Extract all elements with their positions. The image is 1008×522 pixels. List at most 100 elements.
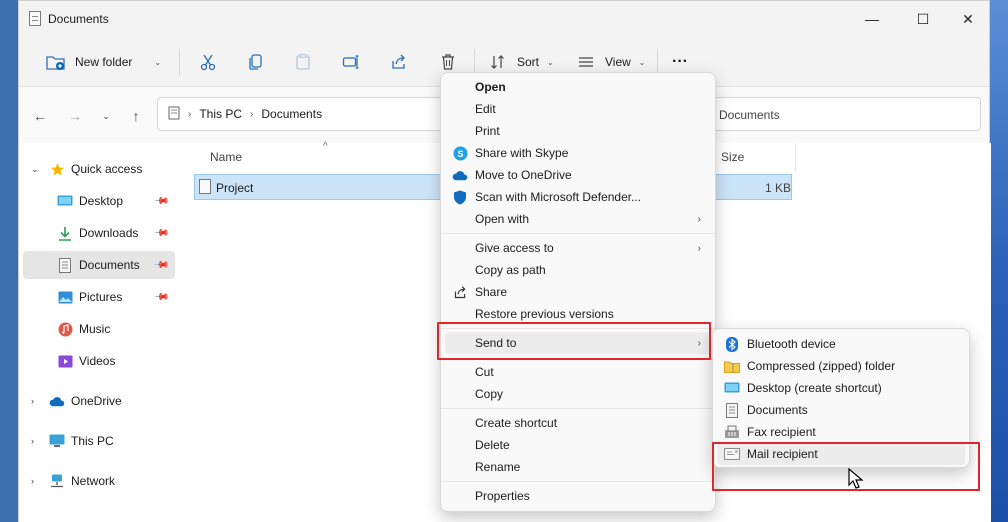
star-icon bbox=[49, 161, 65, 177]
sidebar-item-label: Desktop bbox=[79, 194, 124, 208]
cloud-icon bbox=[49, 393, 65, 409]
pin-icon: 📌 bbox=[152, 192, 170, 210]
sidebar-item-label: Documents bbox=[79, 258, 140, 272]
menu-item-label: Copy as path bbox=[475, 263, 546, 277]
sidebar-item-videos[interactable]: Videos bbox=[23, 347, 175, 375]
menu-item-label: Print bbox=[475, 124, 500, 138]
menu-item-rename[interactable]: Rename bbox=[445, 456, 711, 478]
menu-item-label: Desktop (create shortcut) bbox=[747, 381, 882, 395]
more-icon: ··· bbox=[672, 53, 688, 70]
menu-item-move-onedrive[interactable]: Move to OneDrive bbox=[445, 164, 711, 186]
file-name: Project bbox=[216, 181, 254, 195]
desktop-icon bbox=[724, 380, 740, 396]
breadcrumb-this-pc[interactable]: This PC bbox=[199, 107, 242, 121]
menu-item-open-with[interactable]: Open with › bbox=[445, 208, 711, 230]
menu-item-properties[interactable]: Properties bbox=[445, 485, 711, 507]
sidebar-item-music[interactable]: Music bbox=[23, 315, 175, 343]
menu-item-label: Restore previous versions bbox=[475, 307, 614, 321]
menu-item-share-skype[interactable]: S Share with Skype bbox=[445, 142, 711, 164]
pin-icon: 📌 bbox=[152, 288, 170, 306]
chevron-down-icon: ⌄ bbox=[547, 57, 554, 67]
minimize-button[interactable]: — bbox=[849, 1, 895, 37]
menu-item-scan-defender[interactable]: Scan with Microsoft Defender... bbox=[445, 186, 711, 208]
copy-button[interactable] bbox=[245, 49, 267, 75]
paste-icon bbox=[292, 51, 314, 73]
menu-item-copy-path[interactable]: Copy as path bbox=[445, 259, 711, 281]
maximize-button[interactable]: ☐ bbox=[900, 1, 946, 37]
sidebar-item-downloads[interactable]: Downloads 📌 bbox=[23, 219, 175, 247]
menu-item-label: Open bbox=[475, 80, 506, 94]
up-button[interactable]: ↑ bbox=[125, 105, 147, 127]
chevron-right-icon: › bbox=[697, 242, 701, 254]
chevron-down-icon: ⌄ bbox=[102, 110, 110, 121]
back-button[interactable]: ← bbox=[29, 105, 51, 127]
chevron-down-icon: ⌄ bbox=[154, 57, 162, 67]
menu-divider bbox=[441, 358, 715, 359]
music-icon bbox=[57, 321, 73, 337]
menu-item-delete[interactable]: Delete bbox=[445, 434, 711, 456]
submenu-item-mail[interactable]: Mail recipient bbox=[717, 443, 965, 465]
menu-item-create-shortcut[interactable]: Create shortcut bbox=[445, 412, 711, 434]
menu-item-restore-versions[interactable]: Restore previous versions bbox=[445, 303, 711, 325]
chevron-right-icon: › bbox=[31, 476, 34, 486]
rename-icon bbox=[340, 51, 362, 73]
sidebar-item-onedrive[interactable]: › OneDrive bbox=[23, 387, 175, 415]
submenu-item-desktop[interactable]: Desktop (create shortcut) bbox=[717, 377, 965, 399]
submenu-item-bluetooth[interactable]: Bluetooth device bbox=[717, 333, 965, 355]
cut-button[interactable] bbox=[197, 49, 219, 75]
column-header-name[interactable]: Name bbox=[210, 150, 242, 164]
menu-item-cut[interactable]: Cut bbox=[445, 361, 711, 383]
sidebar-item-quick-access[interactable]: ⌄ Quick access bbox=[23, 155, 175, 183]
computer-icon bbox=[49, 433, 65, 449]
document-icon bbox=[57, 257, 73, 273]
rename-button[interactable] bbox=[340, 49, 362, 75]
close-button[interactable]: ✕ bbox=[945, 1, 991, 37]
desktop-icon bbox=[57, 193, 73, 209]
menu-item-label: Cut bbox=[475, 365, 494, 379]
menu-item-label: Properties bbox=[475, 489, 530, 503]
submenu-item-compressed[interactable]: Compressed (zipped) folder bbox=[717, 355, 965, 377]
breadcrumb-documents[interactable]: Documents bbox=[261, 107, 322, 121]
submenu-item-fax[interactable]: Fax recipient bbox=[717, 421, 965, 443]
menu-item-label: Scan with Microsoft Defender... bbox=[475, 190, 642, 204]
cut-icon bbox=[197, 51, 219, 73]
new-folder-label: New folder bbox=[75, 55, 133, 69]
new-folder-icon bbox=[45, 51, 67, 73]
mail-icon bbox=[724, 446, 740, 462]
sidebar-item-label: Music bbox=[79, 322, 111, 336]
menu-item-label: Share with Skype bbox=[475, 146, 569, 160]
sidebar-item-pictures[interactable]: Pictures 📌 bbox=[23, 283, 175, 311]
view-label: View bbox=[605, 55, 631, 69]
sidebar-item-this-pc[interactable]: › This PC bbox=[23, 427, 175, 455]
sidebar-item-desktop[interactable]: Desktop 📌 bbox=[23, 187, 175, 215]
new-folder-button[interactable]: New folder ⌄ bbox=[45, 49, 161, 75]
recent-locations-button[interactable]: ⌄ bbox=[95, 105, 117, 127]
menu-item-open[interactable]: Open bbox=[445, 76, 711, 98]
share-icon bbox=[452, 284, 468, 300]
sidebar-item-label: Network bbox=[71, 474, 116, 488]
menu-item-share[interactable]: Share bbox=[445, 281, 711, 303]
menu-item-send-to[interactable]: Send to › bbox=[445, 332, 711, 354]
menu-item-give-access[interactable]: Give access to › bbox=[445, 237, 711, 259]
menu-item-edit[interactable]: Edit bbox=[445, 98, 711, 120]
sidebar-item-documents[interactable]: Documents 📌 bbox=[23, 251, 175, 279]
menu-divider bbox=[441, 408, 715, 409]
videos-icon bbox=[57, 353, 73, 369]
network-icon bbox=[49, 473, 65, 489]
sidebar-item-network[interactable]: › Network bbox=[23, 467, 175, 495]
document-icon bbox=[724, 402, 740, 418]
menu-item-print[interactable]: Print bbox=[445, 120, 711, 142]
download-icon bbox=[57, 225, 73, 241]
chevron-right-icon: › bbox=[697, 337, 701, 349]
submenu-item-documents[interactable]: Documents bbox=[717, 399, 965, 421]
forward-button[interactable]: → bbox=[64, 105, 86, 127]
share-button[interactable] bbox=[388, 49, 410, 75]
search-box-text[interactable]: Documents bbox=[719, 108, 780, 122]
sidebar-item-label: Quick access bbox=[71, 162, 143, 176]
paste-button[interactable] bbox=[292, 49, 314, 75]
share-icon bbox=[388, 51, 410, 73]
arrow-right-icon: → bbox=[68, 108, 82, 124]
menu-item-copy[interactable]: Copy bbox=[445, 383, 711, 405]
title-bar: Documents — ☐ ✕ bbox=[19, 1, 989, 37]
column-header-size[interactable]: Size bbox=[721, 150, 744, 164]
